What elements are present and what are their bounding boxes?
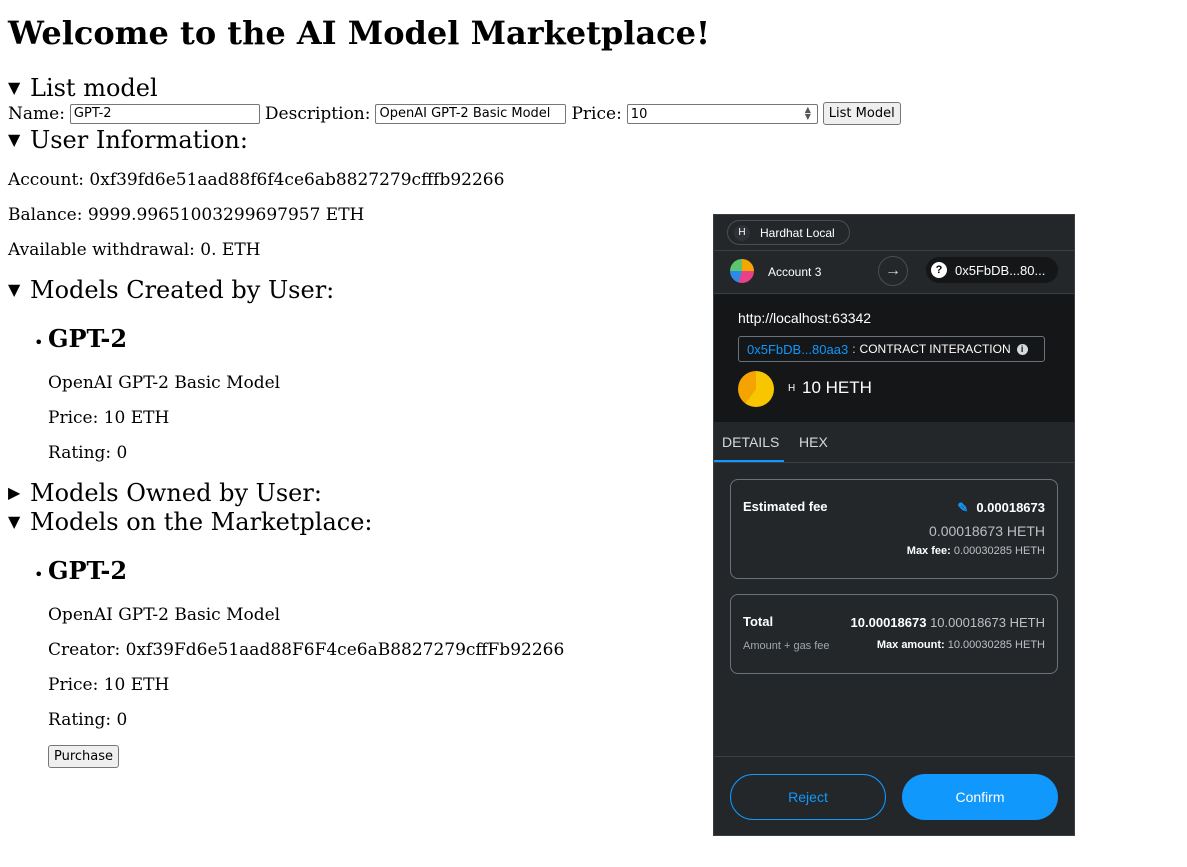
total-value: 10.00018673 <box>850 615 927 630</box>
estimated-fee-value-row: ✎ 0.00018673 <box>957 500 1045 516</box>
price-stepper: ▲▼ <box>626 103 818 125</box>
estimated-fee-label: Estimated fee <box>743 499 828 514</box>
list-model-summary-label: List model <box>30 74 158 102</box>
contract-separator: : <box>852 342 856 356</box>
transaction-amount: 10 HETH <box>802 378 872 397</box>
max-amount-label: Max amount: <box>876 639 945 651</box>
max-fee-row: Max fee: 0.00030285 HETH <box>907 545 1045 557</box>
reject-button[interactable]: Reject <box>730 774 886 820</box>
spinner-arrows-icon[interactable]: ▲ ▼ <box>802 105 814 120</box>
amount-gas-label: Amount + gas fee <box>743 640 830 652</box>
estimated-fee-secondary: 0.00018673 HETH <box>929 523 1045 539</box>
total-value-row: 10.00018673 10.00018673 HETH <box>851 615 1045 630</box>
account-bar: Account 3 → ? 0x5FbDB...80... <box>714 251 1074 294</box>
withdrawal-text: Available withdrawal: 0. ETH <box>8 240 261 260</box>
wallet-footer: Reject Confirm <box>714 756 1074 835</box>
description-label: Description: <box>264 103 371 124</box>
expand-triangle-icon: ▼ <box>8 512 21 531</box>
account-avatar <box>730 259 754 283</box>
models-owned-summary[interactable]: ▶ Models Owned by User: <box>8 479 322 507</box>
account-name: Account 3 <box>768 265 822 279</box>
description-input[interactable] <box>375 103 567 124</box>
active-tab-indicator <box>714 460 784 462</box>
token-symbol-initial: H <box>788 383 796 394</box>
balance-text: Balance: 9999.99651003299697957 ETH <box>8 205 365 225</box>
created-model-description: OpenAI GPT-2 Basic Model <box>48 373 281 393</box>
arrow-right-icon: → <box>878 256 908 286</box>
market-model-rating: Rating: 0 <box>48 710 128 730</box>
market-model-name: GPT-2 <box>48 556 128 585</box>
created-model-name: GPT-2 <box>48 324 128 353</box>
network-name: Hardhat Local <box>760 225 835 240</box>
marketplace-summary-label: Models on the Marketplace: <box>30 508 373 536</box>
confirm-button[interactable]: Confirm <box>902 774 1058 820</box>
market-model-price: Price: 10 ETH <box>48 675 170 695</box>
models-created-summary-label: Models Created by User: <box>30 276 335 304</box>
name-input[interactable] <box>69 103 260 124</box>
max-amount-value: 10.00030285 HETH <box>947 639 1045 651</box>
expand-triangle-icon: ▼ <box>8 280 21 299</box>
list-model-button[interactable]: List Model <box>822 102 901 125</box>
contract-interaction-box: 0x5FbDB...80aa3 : CONTRACT INTERACTION i <box>738 336 1045 362</box>
total-card: Total 10.00018673 10.00018673 HETH Amoun… <box>730 594 1058 674</box>
edit-pencil-icon[interactable]: ✎ <box>957 500 968 516</box>
expand-triangle-icon: ▼ <box>8 130 21 149</box>
estimated-fee-value: 0.00018673 <box>976 500 1045 515</box>
contract-address-link[interactable]: 0x5FbDB...80aa3 <box>747 342 848 357</box>
market-model-creator: Creator: 0xf39Fd6e51aad88F6F4ce6aB882727… <box>48 640 565 660</box>
list-model-summary[interactable]: ▼ List model <box>8 74 158 102</box>
max-amount-row: Max amount: 10.00030285 HETH <box>877 639 1045 651</box>
origin-url: http://localhost:63342 <box>738 310 872 326</box>
models-created-summary[interactable]: ▼ Models Created by User: <box>8 276 334 304</box>
page-title: Welcome to the AI Model Marketplace! <box>8 14 711 52</box>
contract-interaction-label: CONTRACT INTERACTION <box>859 342 1011 356</box>
tab-details[interactable]: DETAILS <box>722 434 779 450</box>
wallet-popup: H Hardhat Local Account 3 → ? 0x5FbDB...… <box>713 214 1075 836</box>
list-bullet: • <box>34 565 44 584</box>
list-bullet: • <box>34 333 44 352</box>
network-icon: H <box>734 224 750 241</box>
account-text: Account: 0xf39fd6e51aad88f6f4ce6ab882727… <box>8 170 505 190</box>
price-input[interactable] <box>626 104 818 125</box>
max-fee-value: 0.00030285 HETH <box>953 545 1045 557</box>
question-icon: ? <box>931 262 947 278</box>
list-model-form: Name: Description: Price: ▲▼ List Model <box>8 102 901 125</box>
max-fee-label: Max fee: <box>906 545 951 557</box>
transaction-summary: http://localhost:63342 0x5FbDB...80aa3 :… <box>714 294 1074 422</box>
tab-hex[interactable]: HEX <box>799 434 828 450</box>
models-owned-summary-label: Models Owned by User: <box>30 479 322 507</box>
expand-triangle-icon: ▼ <box>8 78 21 97</box>
tab-bar: DETAILS HEX <box>714 422 1074 463</box>
name-label: Name: <box>8 103 65 124</box>
recipient-pill[interactable]: ? 0x5FbDB...80... <box>926 257 1058 283</box>
network-selector[interactable]: H Hardhat Local <box>727 220 850 245</box>
user-info-summary-label: User Information: <box>30 126 248 154</box>
total-value-secondary: 10.00018673 HETH <box>930 615 1045 630</box>
created-model-price: Price: 10 ETH <box>48 408 170 428</box>
user-info-summary[interactable]: ▼ User Information: <box>8 126 248 154</box>
total-label: Total <box>743 614 774 629</box>
info-icon[interactable]: i <box>1016 343 1028 355</box>
recipient-address: 0x5FbDB...80... <box>955 262 1046 278</box>
marketplace-summary[interactable]: ▼ Models on the Marketplace: <box>8 508 373 536</box>
network-bar: H Hardhat Local <box>714 215 1074 251</box>
market-model-description: OpenAI GPT-2 Basic Model <box>48 605 281 625</box>
price-label: Price: <box>571 103 622 124</box>
estimated-fee-card: Estimated fee ✎ 0.00018673 0.00018673 HET… <box>730 479 1058 579</box>
collapsed-triangle-icon: ▶ <box>8 483 21 502</box>
created-model-rating: Rating: 0 <box>48 443 128 463</box>
token-icon <box>738 371 774 407</box>
purchase-button[interactable]: Purchase <box>48 745 120 768</box>
